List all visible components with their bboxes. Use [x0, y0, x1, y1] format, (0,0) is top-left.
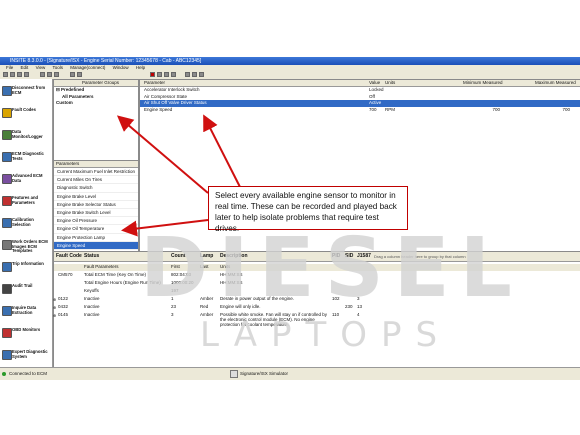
callout-box: Select every available engine sensor to …: [208, 186, 408, 233]
arrow-to-monitor-grid: [203, 114, 241, 188]
arrow-to-parameters-list: [121, 219, 209, 237]
arrow-to-parameter-groups: [116, 115, 209, 194]
